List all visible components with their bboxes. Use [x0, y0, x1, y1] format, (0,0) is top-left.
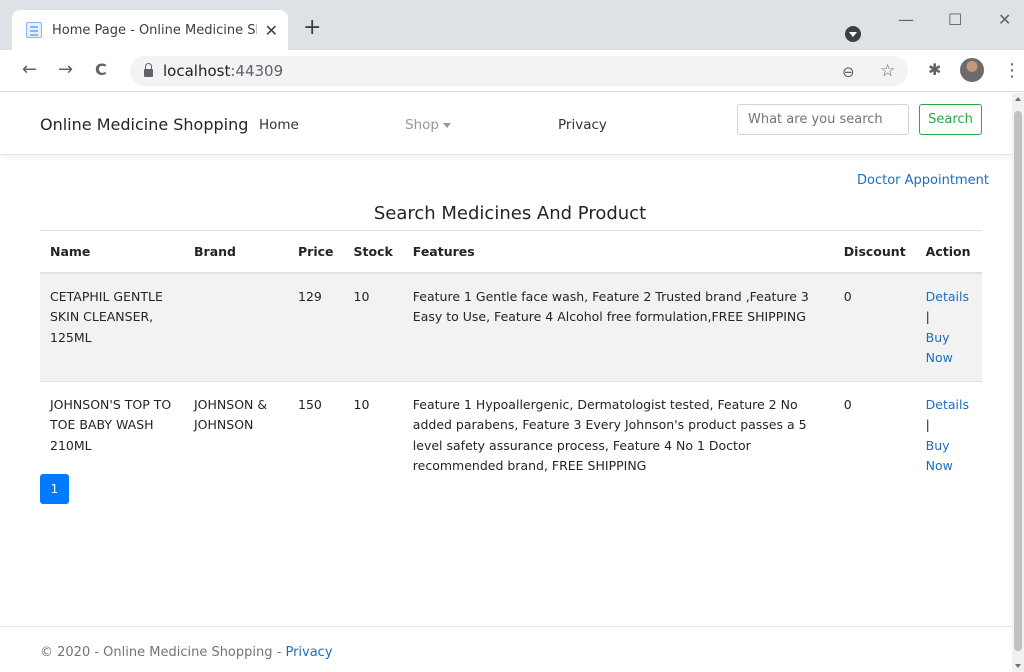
- cell-discount: 0: [833, 380, 916, 489]
- browser-tab[interactable]: Home Page - Online Medicine Shopping ✕: [12, 10, 288, 50]
- tab-close-icon[interactable]: ✕: [265, 21, 278, 40]
- scrollbar-thumb[interactable]: [1014, 111, 1022, 651]
- maximize-button[interactable]: ☐: [948, 10, 962, 29]
- cell-action: Details | Buy Now: [915, 272, 982, 381]
- cell-stock: 10: [343, 272, 403, 381]
- browser-menu-icon[interactable]: ⋮: [1003, 60, 1021, 81]
- close-window-button[interactable]: ✕: [998, 10, 1011, 29]
- col-brand: Brand: [184, 230, 288, 274]
- buy-now-link[interactable]: Buy Now: [926, 438, 953, 474]
- page-favicon-icon: [26, 22, 42, 38]
- col-action: Action: [915, 230, 982, 274]
- tab-search-icon[interactable]: [845, 26, 861, 42]
- nav-privacy[interactable]: Privacy: [558, 117, 607, 133]
- nav-home[interactable]: Home: [259, 117, 299, 133]
- forward-button[interactable]: →: [58, 60, 73, 80]
- footer-text: © 2020 - Online Medicine Shopping - Priv…: [40, 645, 333, 660]
- caret-down-icon: [442, 122, 451, 128]
- cell-name: CETAPHIL GENTLE SKIN CLEANSER, 125ML: [40, 272, 184, 381]
- action-separator: |: [925, 417, 930, 432]
- extensions-icon[interactable]: ✱: [928, 60, 941, 79]
- cell-features: Feature 1 Hypoallergenic, Dermatologist …: [402, 380, 834, 489]
- col-price: Price: [288, 230, 344, 274]
- site-navbar: Online Medicine Shopping Home Shop Priva…: [0, 93, 1012, 155]
- doctor-appointment-link[interactable]: Doctor Appointment: [857, 173, 989, 188]
- cell-price: 129: [288, 272, 344, 381]
- page-scrollbar[interactable]: [1012, 93, 1024, 672]
- nav-shop-dropdown[interactable]: Shop: [405, 117, 451, 133]
- cell-action: Details | Buy Now: [915, 380, 982, 489]
- cell-features: Feature 1 Gentle face wash, Feature 2 Tr…: [402, 272, 834, 381]
- minimize-button[interactable]: —: [898, 10, 914, 29]
- scroll-down-arrow-icon[interactable]: [1015, 664, 1021, 668]
- details-link[interactable]: Details: [926, 397, 969, 412]
- address-bar[interactable]: localhost:44309 ⊖ ☆: [130, 56, 908, 86]
- zoom-icon[interactable]: ⊖: [842, 63, 855, 81]
- url-port: :44309: [230, 62, 284, 80]
- cell-brand: JOHNSON & JOHNSON: [184, 380, 288, 489]
- scroll-up-arrow-icon[interactable]: [1015, 97, 1021, 101]
- cell-name: JOHNSON'S TOP TO TOE BABY WASH 210ML: [40, 380, 184, 489]
- new-tab-button[interactable]: +: [303, 17, 321, 39]
- table-row: JOHNSON'S TOP TO TOE BABY WASH 210ML JOH…: [40, 380, 982, 489]
- action-separator: |: [925, 309, 930, 324]
- table-row: CETAPHIL GENTLE SKIN CLEANSER, 125ML 129…: [40, 272, 982, 381]
- buy-now-link[interactable]: Buy Now: [926, 330, 953, 366]
- products-table: Name Brand Price Stock Features Discount…: [40, 230, 982, 489]
- col-features: Features: [402, 230, 834, 274]
- col-name: Name: [40, 230, 184, 274]
- browser-toolbar: ← → C localhost:44309 ⊖ ☆ ✱ ⋮: [0, 50, 1024, 92]
- url-host: localhost: [163, 62, 231, 80]
- browser-tabbar: Home Page - Online Medicine Shopping ✕ +…: [0, 0, 1024, 50]
- cell-price: 150: [288, 380, 344, 489]
- col-stock: Stock: [343, 230, 403, 274]
- cell-discount: 0: [833, 272, 916, 381]
- table-header-row: Name Brand Price Stock Features Discount…: [40, 230, 982, 274]
- pagination-page-1[interactable]: 1: [40, 474, 69, 504]
- page-title: Search Medicines And Product: [373, 203, 647, 224]
- footer-copyright: © 2020 - Online Medicine Shopping -: [40, 645, 286, 660]
- tab-title: Home Page - Online Medicine Shopping: [52, 22, 257, 38]
- page-viewport: Online Medicine Shopping Home Shop Priva…: [0, 93, 1012, 672]
- col-discount: Discount: [833, 230, 916, 274]
- site-footer: © 2020 - Online Medicine Shopping - Priv…: [0, 626, 1012, 672]
- search-button[interactable]: Search: [919, 104, 982, 135]
- site-brand[interactable]: Online Medicine Shopping: [40, 115, 248, 134]
- cell-stock: 10: [343, 380, 403, 489]
- lock-icon[interactable]: [144, 63, 153, 77]
- back-button[interactable]: ←: [22, 60, 37, 80]
- profile-avatar[interactable]: [960, 58, 984, 82]
- search-input[interactable]: [737, 104, 909, 135]
- details-link[interactable]: Details: [926, 289, 969, 304]
- footer-privacy-link[interactable]: Privacy: [285, 645, 332, 660]
- bookmark-star-icon[interactable]: ☆: [880, 61, 895, 81]
- nav-shop-label: Shop: [405, 117, 439, 133]
- reload-button[interactable]: C: [95, 60, 107, 80]
- cell-brand: [184, 272, 288, 381]
